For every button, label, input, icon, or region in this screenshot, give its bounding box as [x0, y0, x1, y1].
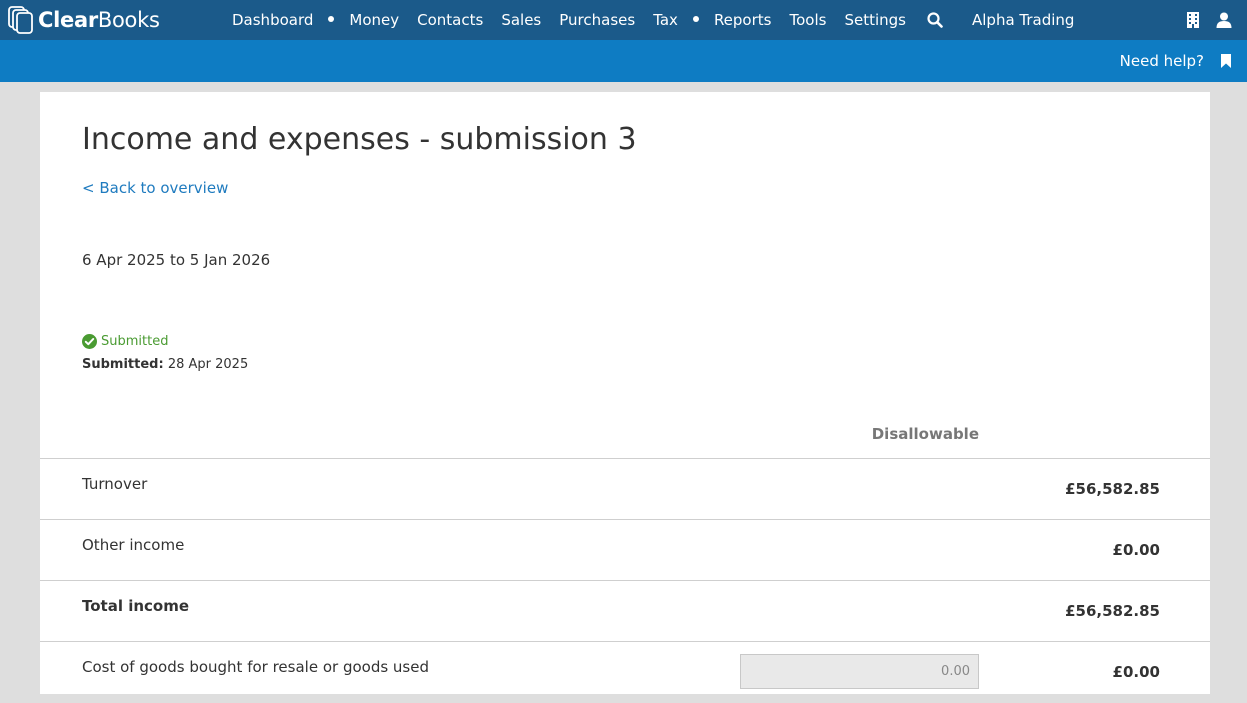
status-label: Submitted	[101, 334, 169, 349]
disallowable-input[interactable]	[740, 654, 979, 689]
nav-contacts[interactable]: Contacts	[408, 0, 492, 40]
nav-dot-indicator	[692, 16, 699, 22]
logo-icon	[8, 6, 33, 34]
submission-card: Income and expenses - submission 3 < Bac…	[40, 92, 1210, 694]
row-label: Other income	[82, 536, 185, 554]
disallowable-column-header: Disallowable	[871, 425, 979, 443]
table-row: Total income £56,582.85	[40, 580, 1210, 642]
nav-tools[interactable]: Tools	[780, 0, 835, 40]
clearbooks-logo[interactable]: ClearBooks	[7, 5, 160, 35]
row-value: £0.00	[1112, 541, 1160, 559]
logo-text: ClearBooks	[38, 8, 160, 32]
nav-reports[interactable]: Reports	[705, 0, 781, 40]
row-value: £56,582.85	[1065, 480, 1160, 498]
nav-money[interactable]: Money	[340, 0, 408, 40]
page-title: Income and expenses - submission 3	[82, 122, 637, 157]
table-row: Other income £0.00	[40, 519, 1210, 581]
period-range: 6 Apr 2025 to 5 Jan 2026	[82, 251, 271, 269]
row-label: Total income	[82, 597, 190, 615]
submitted-date: Submitted: 28 Apr 2025	[82, 357, 248, 372]
help-bar: Need help?	[0, 40, 1247, 82]
company-selector[interactable]: Alpha Trading	[972, 0, 1074, 40]
nav-settings[interactable]: Settings	[835, 0, 915, 40]
back-to-overview-link[interactable]: < Back to overview	[82, 179, 228, 197]
need-help-link[interactable]: Need help?	[1120, 40, 1204, 82]
nav-sales[interactable]: Sales	[492, 0, 550, 40]
nav-dot-indicator	[328, 16, 335, 22]
nav-dashboard[interactable]: Dashboard	[223, 0, 322, 40]
user-icon[interactable]	[1216, 12, 1232, 28]
main-nav: Dashboard Money Contacts Sales Purchases…	[223, 0, 915, 40]
row-label: Cost of goods bought for resale or goods…	[82, 658, 429, 676]
nav-tax[interactable]: Tax	[644, 0, 687, 40]
status-badge: Submitted	[82, 334, 168, 349]
submitted-date-value: 28 Apr 2025	[167, 357, 249, 372]
submitted-label: Submitted:	[82, 357, 164, 372]
bookmark-icon[interactable]	[1220, 54, 1232, 68]
row-value: £0.00	[1112, 663, 1160, 681]
nav-purchases[interactable]: Purchases	[550, 0, 644, 40]
table-row: Turnover £56,582.85	[40, 458, 1210, 520]
search-icon[interactable]	[927, 12, 943, 28]
check-circle-icon	[82, 334, 97, 349]
row-label: Turnover	[82, 475, 148, 493]
building-icon[interactable]	[1186, 12, 1200, 28]
row-value: £56,582.85	[1065, 602, 1160, 620]
top-nav-bar: ClearBooks Dashboard Money Contacts Sale…	[0, 0, 1247, 40]
